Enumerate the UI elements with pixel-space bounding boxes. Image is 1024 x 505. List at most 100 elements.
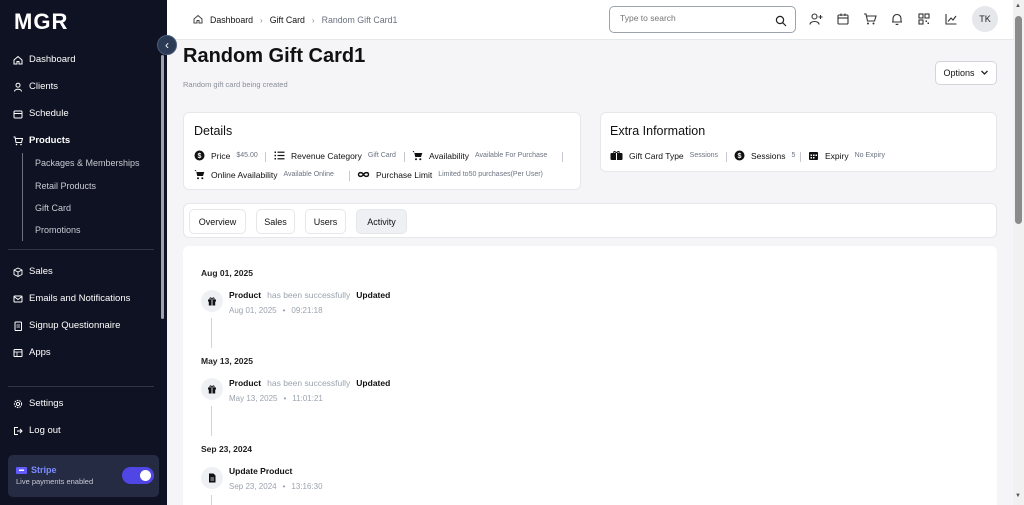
sidebar-item-sales[interactable]: Sales: [12, 266, 53, 277]
avatar[interactable]: TK: [972, 6, 998, 32]
sidebar-item-dashboard[interactable]: Dashboard: [12, 54, 75, 65]
breadcrumb-gift-card[interactable]: Gift Card: [270, 15, 305, 25]
options-label: Options: [943, 68, 975, 78]
price-value: $45.00: [236, 152, 258, 159]
separator: [349, 171, 350, 181]
sidebar-item-clients[interactable]: Clients: [12, 81, 58, 92]
dollar-icon: $: [734, 150, 745, 161]
stripe-card: ▬ Stripe Live payments enabled: [8, 455, 159, 497]
page-scrollbar[interactable]: ▲ ▼: [1013, 0, 1024, 505]
topbar: Dashboard › Gift Card › Random Gift Card…: [167, 0, 1013, 40]
dot-separator: •: [283, 394, 287, 403]
tab-activity[interactable]: Activity: [356, 209, 407, 234]
document-icon: [201, 467, 223, 489]
options-button[interactable]: Options: [935, 61, 997, 85]
cart-icon[interactable]: [863, 12, 877, 26]
gift-card-type-value: Sessions: [689, 152, 719, 159]
calendar-icon: [808, 150, 819, 161]
subnav-item-retail[interactable]: Retail Products: [35, 181, 96, 191]
cart-icon: [194, 169, 205, 180]
collapse-sidebar-button[interactable]: ‹: [157, 35, 177, 55]
bell-icon[interactable]: [890, 12, 904, 26]
sidebar-item-apps[interactable]: Apps: [12, 347, 51, 358]
separator: [404, 152, 405, 162]
breadcrumb: Dashboard › Gift Card › Random Gift Card…: [193, 14, 397, 26]
calendar-icon: [12, 108, 23, 119]
logout-icon: [12, 425, 23, 436]
details-title: Details: [194, 124, 233, 138]
online-value: Available Online: [283, 171, 334, 178]
search-input[interactable]: [620, 13, 770, 23]
activity-text: has been successfully: [267, 378, 351, 388]
sidebar-scrollbar[interactable]: [161, 55, 164, 319]
online-label: Online Availability: [211, 169, 278, 180]
sidebar-item-settings[interactable]: Settings: [12, 398, 63, 409]
limit-value: Limited to50 purchases(Per User): [438, 171, 543, 178]
activity-subject: Product: [229, 290, 262, 300]
details-card: Details $ Price $45.00 Revenue Category …: [183, 112, 581, 190]
activity-timestamp: May 13, 2025 • 11:01:21: [229, 394, 323, 403]
page-subtitle: Random gift card being created: [183, 80, 288, 89]
expiry-info: Expiry No Expiry: [808, 150, 885, 161]
gift-card-type-label: Gift Card Type: [629, 150, 684, 161]
page-title: Random Gift Card1: [183, 45, 366, 67]
scroll-up-icon[interactable]: ▲: [1015, 3, 1021, 9]
page-scrollbar-thumb[interactable]: [1015, 16, 1022, 224]
activity-time-date: May 13, 2025: [229, 394, 278, 403]
sidebar-item-label: Signup Questionnaire: [29, 320, 121, 331]
sidebar-item-logout[interactable]: Log out: [12, 425, 61, 436]
user-icon: [12, 81, 23, 92]
availability-label: Availability: [429, 150, 470, 161]
expiry-label: Expiry: [825, 150, 849, 161]
search-box: [609, 6, 796, 33]
sidebar: MGR Dashboard Clients Schedule Products …: [0, 0, 167, 505]
separator: [265, 152, 266, 162]
home-icon: [193, 14, 203, 26]
search-icon[interactable]: [775, 14, 787, 27]
sidebar-item-label: Settings: [29, 398, 64, 409]
stripe-title: Stripe: [31, 465, 57, 475]
qr-code-icon[interactable]: [917, 12, 931, 26]
stripe-subtitle: Live payments enabled: [16, 477, 94, 486]
sidebar-item-label: Products: [29, 135, 71, 146]
tab-overview[interactable]: Overview: [189, 209, 246, 234]
gift-card-icon: [610, 150, 623, 161]
sidebar-item-products[interactable]: Products: [12, 135, 70, 146]
products-subnav: Packages & Memberships Retail Products G…: [22, 153, 140, 241]
gift-card-type-info: Gift Card Type Sessions: [610, 150, 718, 161]
chart-icon[interactable]: [944, 12, 958, 26]
home-icon: [12, 54, 23, 65]
document-icon: [12, 320, 23, 331]
activity-text: has been successfully: [267, 290, 351, 300]
limit-info: Purchase Limit Limited to50 purchases(Pe…: [357, 169, 543, 180]
sidebar-item-schedule[interactable]: Schedule: [12, 108, 69, 119]
apps-icon: [12, 347, 23, 358]
availability-info: Availability Available For Purchase: [412, 150, 547, 161]
activity-subject: Product: [229, 378, 262, 388]
scroll-down-icon[interactable]: ▼: [1015, 493, 1021, 499]
sidebar-divider: [8, 386, 154, 387]
sidebar-item-label: Schedule: [29, 108, 69, 119]
subnav-item-promotions[interactable]: Promotions: [35, 225, 81, 235]
separator: [562, 152, 563, 162]
activity-date: Sep 23, 2024: [201, 444, 253, 454]
revenue-label: Revenue Category: [291, 150, 362, 161]
activity-time-date: Sep 23, 2024: [229, 482, 277, 491]
add-user-icon[interactable]: [809, 12, 823, 26]
availability-value: Available For Purchase: [475, 152, 548, 159]
tab-users[interactable]: Users: [305, 209, 346, 234]
sidebar-item-signup[interactable]: Signup Questionnaire: [12, 320, 120, 331]
activity-entry: Update Product: [229, 466, 292, 476]
calendar-icon[interactable]: [836, 12, 850, 26]
list-icon: [274, 150, 285, 161]
sidebar-item-emails[interactable]: Emails and Notifications: [12, 293, 130, 304]
sidebar-item-label: Log out: [29, 425, 61, 436]
subnav-item-gift-card[interactable]: Gift Card: [35, 203, 71, 213]
breadcrumb-dashboard[interactable]: Dashboard: [210, 15, 253, 25]
subnav-item-packages[interactable]: Packages & Memberships: [35, 158, 140, 168]
gift-icon: [201, 290, 223, 312]
tab-sales[interactable]: Sales: [256, 209, 295, 234]
extra-info-card: Extra Information Gift Card Type Session…: [600, 112, 997, 172]
stripe-live-toggle[interactable]: [122, 467, 154, 484]
svg-text:$: $: [198, 153, 202, 160]
